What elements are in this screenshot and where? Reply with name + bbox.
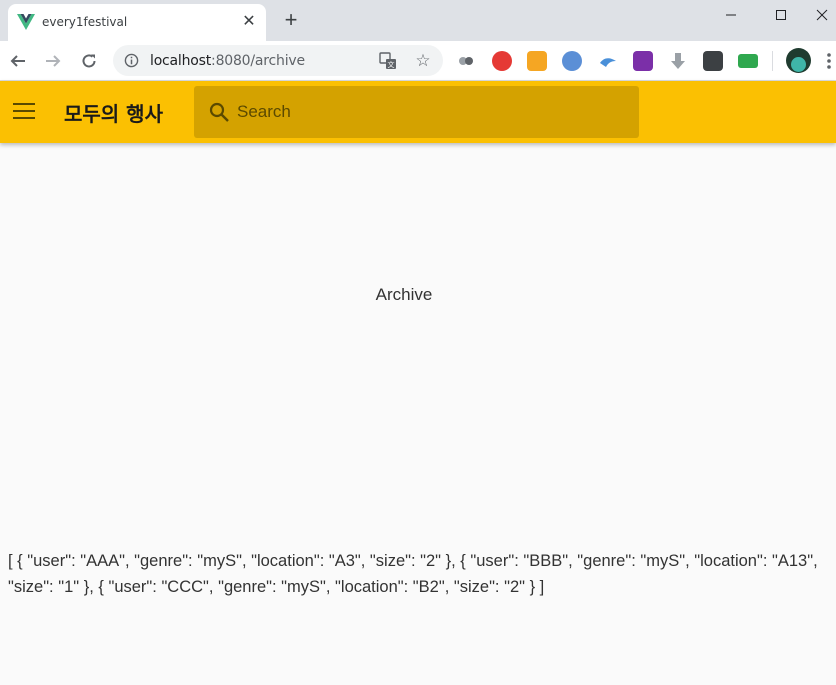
page-title: Archive (375, 285, 433, 304)
hamburger-menu-icon[interactable] (13, 103, 35, 121)
download-arrow-icon[interactable] (668, 51, 688, 71)
search-box[interactable] (194, 86, 639, 138)
svg-text:文: 文 (388, 60, 395, 69)
app-title: 모두의 행사 (64, 102, 163, 126)
forward-arrow-icon[interactable] (41, 49, 65, 73)
bookmark-star-icon[interactable]: ☆ (413, 51, 433, 71)
menu-dots-icon[interactable] (826, 52, 832, 70)
browser-toolbar: localhost:8080/archive 文 ☆ (0, 41, 836, 81)
extension-icon[interactable] (456, 51, 476, 71)
back-arrow-icon[interactable] (6, 49, 30, 73)
reload-icon[interactable] (77, 49, 101, 73)
browser-tab[interactable]: every1festival ✕ (8, 4, 266, 41)
onenote-icon[interactable] (633, 51, 653, 71)
adblock-icon[interactable] (492, 51, 512, 71)
url-text[interactable]: localhost:8080/archive (150, 53, 305, 69)
new-tab-button[interactable]: + (280, 9, 302, 32)
extension-icon[interactable] (527, 51, 547, 71)
info-icon[interactable] (124, 53, 139, 68)
translate-icon[interactable]: 文 (378, 51, 398, 71)
json-data-text: [ { "user": "AAA", "genre": "myS", "loca… (8, 552, 818, 596)
extension-icon[interactable] (598, 51, 618, 71)
tab-title: every1festival (42, 15, 128, 29)
url-host: localhost (150, 53, 212, 69)
app-bar: 모두의 행사 (0, 81, 836, 143)
maximize-icon[interactable] (758, 0, 804, 30)
toolbar-divider (772, 51, 773, 71)
vue-logo-icon (17, 14, 35, 30)
close-icon[interactable] (808, 0, 836, 30)
download-icon[interactable] (703, 51, 723, 71)
browser-tabstrip: every1festival ✕ + (0, 0, 836, 41)
minimize-icon[interactable] (708, 0, 754, 30)
url-path: :8080/archive (211, 53, 305, 69)
extension-icon[interactable] (562, 51, 582, 71)
extension-icon[interactable] (738, 54, 758, 68)
search-icon (209, 102, 229, 122)
search-input[interactable] (237, 98, 627, 126)
address-bar[interactable]: localhost:8080/archive 文 ☆ (113, 45, 443, 76)
tab-close-icon[interactable]: ✕ (239, 12, 259, 32)
avatar[interactable] (786, 48, 811, 73)
